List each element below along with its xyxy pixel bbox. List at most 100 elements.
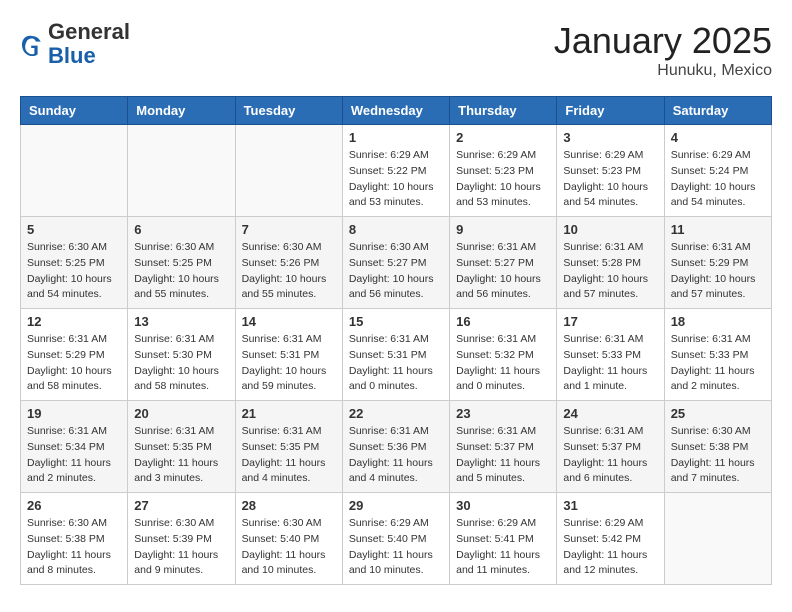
calendar-cell: 26 Sunrise: 6:30 AMSunset: 5:38 PMDayligh… <box>21 493 128 585</box>
calendar-cell: 12 Sunrise: 6:31 AMSunset: 5:29 PMDayligh… <box>21 309 128 401</box>
day-number: 27 <box>134 498 228 513</box>
day-number: 8 <box>349 222 443 237</box>
calendar-cell: 27 Sunrise: 6:30 AMSunset: 5:39 PMDayligh… <box>128 493 235 585</box>
calendar-cell: 30Sunrise: 6:29 AMSunset: 5:41 PMDayligh… <box>450 493 557 585</box>
day-info: Sunrise: 6:31 AMSunset: 5:33 PMDaylight:… <box>671 332 765 395</box>
calendar-cell: 6 Sunrise: 6:30 AMSunset: 5:25 PMDaylight… <box>128 217 235 309</box>
calendar-cell: 16 Sunrise: 6:31 AMSunset: 5:32 PMDayligh… <box>450 309 557 401</box>
day-info: Sunrise: 6:31 AMSunset: 5:33 PMDaylight:… <box>563 332 657 395</box>
day-number: 6 <box>134 222 228 237</box>
calendar-cell: 22 Sunrise: 6:31 AMSunset: 5:36 PMDayligh… <box>342 401 449 493</box>
calendar-cell <box>235 125 342 217</box>
day-number: 12 <box>27 314 121 329</box>
day-info: Sunrise: 6:30 AMSunset: 5:25 PMDaylight:… <box>134 240 228 303</box>
day-number: 22 <box>349 406 443 421</box>
calendar-week-row: 5 Sunrise: 6:30 AMSunset: 5:25 PMDaylight… <box>21 217 772 309</box>
day-number: 11 <box>671 222 765 237</box>
day-info: Sunrise: 6:31 AMSunset: 5:35 PMDaylight:… <box>242 424 336 487</box>
day-number: 19 <box>27 406 121 421</box>
day-info: Sunrise: 6:31 AMSunset: 5:28 PMDaylight:… <box>563 240 657 303</box>
day-number: 7 <box>242 222 336 237</box>
calendar-cell: 11 Sunrise: 6:31 AMSunset: 5:29 PMDayligh… <box>664 217 771 309</box>
day-number: 14 <box>242 314 336 329</box>
day-info: Sunrise: 6:31 AMSunset: 5:29 PMDaylight:… <box>671 240 765 303</box>
calendar-cell: 24Sunrise: 6:31 AMSunset: 5:37 PMDayligh… <box>557 401 664 493</box>
calendar-cell: 21 Sunrise: 6:31 AMSunset: 5:35 PMDayligh… <box>235 401 342 493</box>
day-info: Sunrise: 6:31 AMSunset: 5:30 PMDaylight:… <box>134 332 228 395</box>
day-number: 20 <box>134 406 228 421</box>
day-number: 31 <box>563 498 657 513</box>
logo-text: General Blue <box>48 20 130 68</box>
weekday-header: Thursday <box>450 97 557 125</box>
day-number: 24 <box>563 406 657 421</box>
day-number: 21 <box>242 406 336 421</box>
day-info: Sunrise: 6:30 AMSunset: 5:39 PMDaylight:… <box>134 516 228 579</box>
weekday-header: Tuesday <box>235 97 342 125</box>
calendar-cell: 15Sunrise: 6:31 AMSunset: 5:31 PMDayligh… <box>342 309 449 401</box>
calendar-cell: 29Sunrise: 6:29 AMSunset: 5:40 PMDayligh… <box>342 493 449 585</box>
calendar-cell: 14 Sunrise: 6:31 AMSunset: 5:31 PMDayligh… <box>235 309 342 401</box>
day-number: 26 <box>27 498 121 513</box>
calendar-cell: 28 Sunrise: 6:30 AMSunset: 5:40 PMDayligh… <box>235 493 342 585</box>
weekday-header: Saturday <box>664 97 771 125</box>
day-info: Sunrise: 6:30 AMSunset: 5:40 PMDaylight:… <box>242 516 336 579</box>
calendar-cell: 23Sunrise: 6:31 AMSunset: 5:37 PMDayligh… <box>450 401 557 493</box>
calendar-cell: 4Sunrise: 6:29 AMSunset: 5:24 PMDaylight… <box>664 125 771 217</box>
day-number: 18 <box>671 314 765 329</box>
day-number: 29 <box>349 498 443 513</box>
calendar-week-row: 12 Sunrise: 6:31 AMSunset: 5:29 PMDayligh… <box>21 309 772 401</box>
day-number: 17 <box>563 314 657 329</box>
calendar-cell: 10 Sunrise: 6:31 AMSunset: 5:28 PMDayligh… <box>557 217 664 309</box>
day-number: 16 <box>456 314 550 329</box>
day-number: 2 <box>456 130 550 145</box>
weekday-header-row: SundayMondayTuesdayWednesdayThursdayFrid… <box>21 97 772 125</box>
location: Hunuku, Mexico <box>554 62 772 80</box>
month-title: January 2025 <box>554 20 772 62</box>
calendar-cell: 7Sunrise: 6:30 AMSunset: 5:26 PMDaylight… <box>235 217 342 309</box>
day-info: Sunrise: 6:29 AMSunset: 5:23 PMDaylight:… <box>563 148 657 211</box>
day-info: Sunrise: 6:31 AMSunset: 5:29 PMDaylight:… <box>27 332 121 395</box>
day-info: Sunrise: 6:30 AMSunset: 5:27 PMDaylight:… <box>349 240 443 303</box>
day-number: 4 <box>671 130 765 145</box>
calendar-cell: 8 Sunrise: 6:30 AMSunset: 5:27 PMDaylight… <box>342 217 449 309</box>
weekday-header: Wednesday <box>342 97 449 125</box>
day-number: 28 <box>242 498 336 513</box>
weekday-header: Monday <box>128 97 235 125</box>
weekday-header: Friday <box>557 97 664 125</box>
calendar-cell: 13 Sunrise: 6:31 AMSunset: 5:30 PMDayligh… <box>128 309 235 401</box>
calendar-cell: 3 Sunrise: 6:29 AMSunset: 5:23 PMDaylight… <box>557 125 664 217</box>
calendar-cell: 1 Sunrise: 6:29 AMSunset: 5:22 PMDaylight… <box>342 125 449 217</box>
day-number: 5 <box>27 222 121 237</box>
day-info: Sunrise: 6:31 AMSunset: 5:34 PMDaylight:… <box>27 424 121 487</box>
day-number: 10 <box>563 222 657 237</box>
calendar-cell: 31Sunrise: 6:29 AMSunset: 5:42 PMDayligh… <box>557 493 664 585</box>
day-info: Sunrise: 6:30 AMSunset: 5:38 PMDaylight:… <box>27 516 121 579</box>
calendar-cell <box>664 493 771 585</box>
day-number: 3 <box>563 130 657 145</box>
day-info: Sunrise: 6:31 AMSunset: 5:37 PMDaylight:… <box>456 424 550 487</box>
calendar-cell: 5Sunrise: 6:30 AMSunset: 5:25 PMDaylight… <box>21 217 128 309</box>
calendar-cell: 2 Sunrise: 6:29 AMSunset: 5:23 PMDaylight… <box>450 125 557 217</box>
day-number: 1 <box>349 130 443 145</box>
day-number: 25 <box>671 406 765 421</box>
page-header: General Blue January 2025 Hunuku, Mexico <box>20 20 772 80</box>
calendar-cell <box>21 125 128 217</box>
day-number: 13 <box>134 314 228 329</box>
day-info: Sunrise: 6:29 AMSunset: 5:22 PMDaylight:… <box>349 148 443 211</box>
day-info: Sunrise: 6:30 AMSunset: 5:38 PMDaylight:… <box>671 424 765 487</box>
calendar-cell: 9 Sunrise: 6:31 AMSunset: 5:27 PMDaylight… <box>450 217 557 309</box>
day-info: Sunrise: 6:31 AMSunset: 5:35 PMDaylight:… <box>134 424 228 487</box>
title-block: January 2025 Hunuku, Mexico <box>554 20 772 80</box>
day-info: Sunrise: 6:31 AMSunset: 5:31 PMDaylight:… <box>242 332 336 395</box>
calendar-cell: 17 Sunrise: 6:31 AMSunset: 5:33 PMDayligh… <box>557 309 664 401</box>
day-info: Sunrise: 6:29 AMSunset: 5:23 PMDaylight:… <box>456 148 550 211</box>
calendar-cell <box>128 125 235 217</box>
calendar-week-row: 26 Sunrise: 6:30 AMSunset: 5:38 PMDayligh… <box>21 493 772 585</box>
calendar-cell: 18 Sunrise: 6:31 AMSunset: 5:33 PMDayligh… <box>664 309 771 401</box>
day-info: Sunrise: 6:31 AMSunset: 5:27 PMDaylight:… <box>456 240 550 303</box>
day-info: Sunrise: 6:31 AMSunset: 5:32 PMDaylight:… <box>456 332 550 395</box>
day-number: 30 <box>456 498 550 513</box>
day-info: Sunrise: 6:31 AMSunset: 5:31 PMDaylight:… <box>349 332 443 395</box>
day-number: 9 <box>456 222 550 237</box>
day-info: Sunrise: 6:31 AMSunset: 5:36 PMDaylight:… <box>349 424 443 487</box>
